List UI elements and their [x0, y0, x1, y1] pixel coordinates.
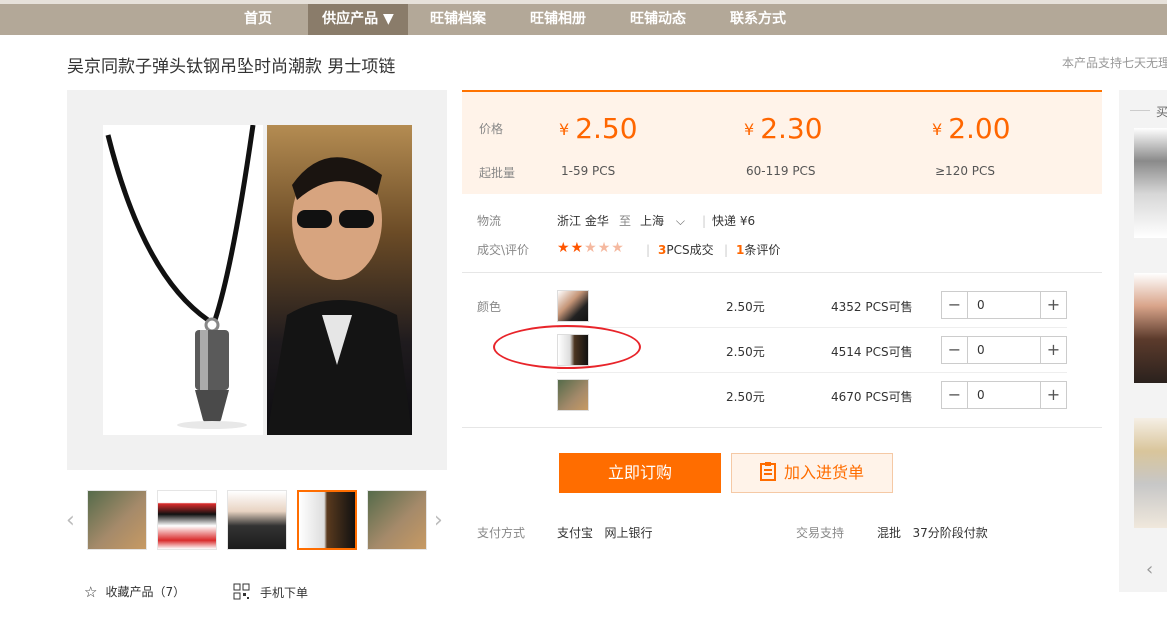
product-title: 吴京同款子弹头钛钢吊坠时尚潮款 男士项链	[67, 57, 396, 77]
star-filled-icon: ★	[570, 240, 585, 256]
add-to-cart-button[interactable]: 加入进货单	[731, 453, 893, 493]
variant-2-qty-input[interactable]	[969, 337, 1039, 363]
mobile-label: 手机下单	[260, 586, 309, 600]
decrement-button[interactable]: −	[942, 292, 968, 318]
star-empty-icon: ★	[584, 240, 598, 256]
sidebar-product-3[interactable]	[1134, 418, 1167, 528]
nav-album[interactable]: 旺铺相册	[520, 4, 596, 35]
sidebar-prev-arrow[interactable]: ‹	[1146, 559, 1153, 580]
variant-1-stock: 4352 PCS可售	[831, 300, 913, 314]
sidebar-product-1[interactable]	[1134, 128, 1167, 238]
buy-now-button[interactable]: 立即订购	[559, 453, 721, 493]
rating-label: 成交\评价	[477, 243, 530, 257]
thumbnail-4[interactable]	[297, 490, 357, 550]
star-filled-icon: ★	[557, 240, 571, 256]
to-word: 至	[619, 214, 632, 228]
decrement-button[interactable]: −	[942, 382, 968, 408]
price-panel: 价格 起批量 ¥2.50 1-59 PCS ¥2.30 60-119 PCS ¥…	[462, 90, 1102, 194]
sidebar-product-2[interactable]	[1134, 273, 1167, 383]
tier-2-price: ¥2.30	[744, 112, 823, 145]
sold-count[interactable]: | 3PCS成交	[646, 241, 714, 258]
payment-label: 支付方式	[477, 526, 526, 540]
increment-button[interactable]: +	[1040, 337, 1066, 363]
logistics-label: 物流	[477, 214, 502, 228]
top-nav: 首页 供应产品 ▼ 旺铺档案 旺铺相册 旺铺动态 联系方式	[0, 0, 1167, 35]
thumbnail-5[interactable]	[367, 490, 427, 550]
sidebar-title-line	[1130, 110, 1150, 111]
variant-swatch-3[interactable]	[557, 379, 589, 411]
thumbnail-2[interactable]	[157, 490, 217, 550]
row-divider	[557, 327, 1067, 328]
divider	[462, 272, 1102, 273]
variant-1-price: 2.50元	[726, 300, 765, 314]
red-highlight-circle	[493, 325, 641, 369]
thumbnail-1[interactable]	[87, 490, 147, 550]
variant-2-price: 2.50元	[726, 345, 765, 359]
favorite-product[interactable]: ☆ 收藏产品（7）	[84, 583, 185, 601]
price-label: 价格	[479, 122, 504, 136]
divider	[462, 427, 1102, 428]
variant-3-quantity-stepper: − +	[941, 381, 1067, 409]
thumbs-next-arrow[interactable]: ›	[434, 508, 443, 533]
variant-swatch-1[interactable]	[557, 290, 589, 322]
favorite-label: 收藏产品（7）	[105, 585, 186, 599]
tier-3-qty: ≥120 PCS	[935, 164, 996, 178]
rating-stars: ★★★★★	[557, 240, 625, 256]
review-count[interactable]: | 1条评价	[724, 241, 780, 258]
increment-button[interactable]: +	[1040, 292, 1066, 318]
star-empty-icon: ★	[597, 240, 612, 256]
variant-1-quantity-stepper: − +	[941, 291, 1067, 319]
variant-3-price: 2.50元	[726, 390, 765, 404]
mobile-order[interactable]: 手机下单	[233, 583, 308, 603]
chevron-down-icon: ⌵	[675, 214, 685, 228]
decrement-button[interactable]: −	[942, 337, 968, 363]
thumbnail-3[interactable]	[227, 490, 287, 550]
variant-3-qty-input[interactable]	[969, 382, 1039, 408]
tier-3-price: ¥2.00	[932, 112, 1011, 145]
return-policy-note: 本产品支持七天无理	[1062, 56, 1167, 70]
sidebar-title: 买	[1156, 105, 1167, 119]
qrcode-icon	[233, 583, 250, 603]
tier-1-price: ¥2.50	[559, 112, 638, 145]
star-outline-icon: ☆	[84, 583, 98, 601]
star-empty-icon: ★	[611, 240, 625, 256]
ship-from: 浙江 金华	[557, 214, 609, 228]
tier-1-qty: 1-59 PCS	[561, 164, 616, 178]
variant-2-quantity-stepper: − +	[941, 336, 1067, 364]
color-label: 颜色	[477, 300, 502, 314]
nav-home[interactable]: 首页	[228, 4, 288, 35]
model-portrait-image	[267, 125, 412, 435]
nav-profile[interactable]: 旺铺档案	[420, 4, 496, 35]
thumbs-prev-arrow[interactable]: ‹	[66, 508, 75, 533]
tier-2-qty: 60-119 PCS	[746, 164, 816, 178]
payment-methods: 支付宝 网上银行	[557, 526, 653, 540]
increment-button[interactable]: +	[1040, 382, 1066, 408]
trade-support-label: 交易支持	[796, 526, 845, 540]
shipping-fee: | 快递 ¥6	[702, 214, 756, 228]
row-divider	[557, 372, 1067, 373]
variant-2-stock: 4514 PCS可售	[831, 345, 913, 359]
nav-contact[interactable]: 联系方式	[720, 4, 796, 35]
clipboard-icon	[759, 457, 776, 495]
variant-3-stock: 4670 PCS可售	[831, 390, 913, 404]
nav-news[interactable]: 旺铺动态	[620, 4, 696, 35]
main-product-image[interactable]	[67, 90, 447, 470]
nav-products[interactable]: 供应产品 ▼	[308, 4, 408, 35]
ship-to-select[interactable]: 上海 ⌵	[640, 212, 685, 229]
necklace-image	[103, 124, 263, 435]
variant-1-qty-input[interactable]	[969, 292, 1039, 318]
moq-label: 起批量	[479, 166, 516, 180]
trade-support-text: 混批 37分阶段付款	[877, 526, 988, 540]
